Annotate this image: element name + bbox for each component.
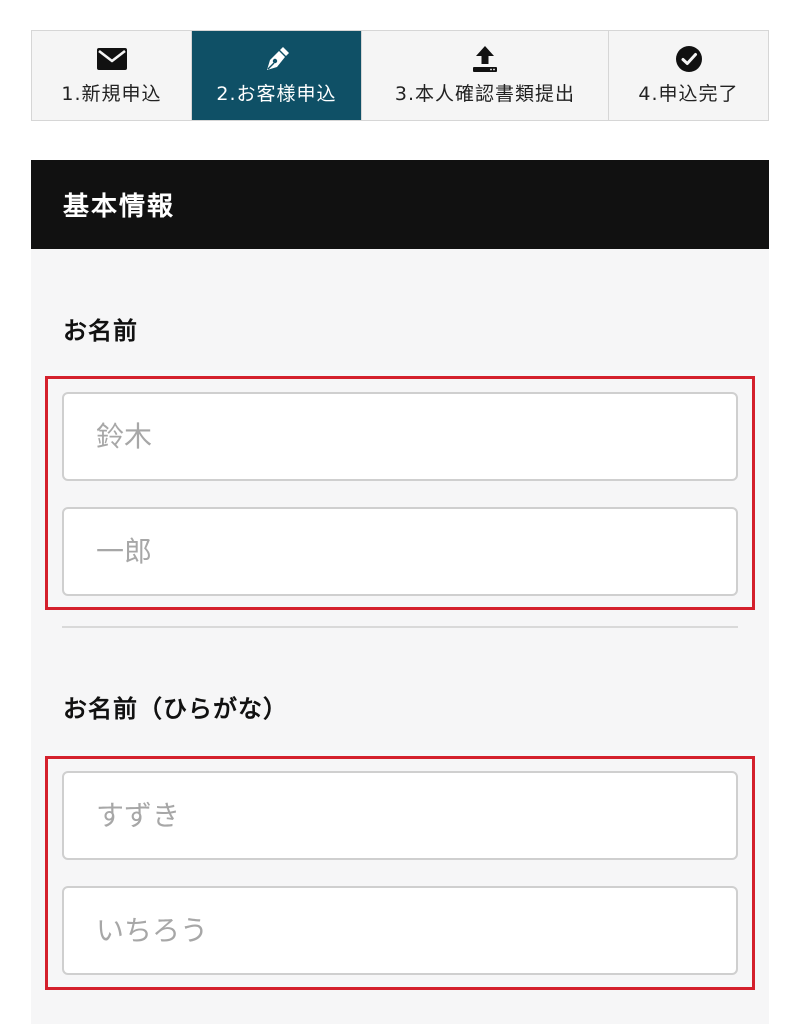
last-name-kana-input[interactable] (62, 771, 738, 860)
last-name-input[interactable] (62, 392, 738, 481)
application-form-page: 1.新規申込 2.お客様申込 3.本人確認書類提出 4.申込完了 基本情報 お名… (0, 0, 800, 1024)
first-name-kana-input[interactable] (62, 886, 738, 975)
pen-icon (262, 45, 292, 73)
field-divider (62, 626, 738, 628)
section-header-basic-info: 基本情報 (31, 160, 769, 249)
step-label: 1.新規申込 (61, 83, 162, 105)
step-label: 4.申込完了 (638, 83, 739, 105)
step-application-complete[interactable]: 4.申込完了 (609, 31, 768, 120)
first-name-input[interactable] (62, 507, 738, 596)
basic-info-form: お名前 お名前（ひらがな） (31, 249, 769, 1024)
upload-icon (470, 45, 500, 73)
name-kana-label: お名前（ひらがな） (63, 695, 288, 723)
step-customer-application[interactable]: 2.お客様申込 (192, 31, 362, 120)
step-id-document-submission[interactable]: 3.本人確認書類提出 (362, 31, 609, 120)
step-progress-bar: 1.新規申込 2.お客様申込 3.本人確認書類提出 4.申込完了 (31, 30, 769, 121)
step-label: 2.お客様申込 (216, 83, 337, 105)
section-title: 基本情報 (63, 192, 176, 222)
envelope-icon (96, 45, 127, 73)
check-circle-icon (674, 45, 704, 73)
name-label: お名前 (63, 317, 138, 345)
step-label: 3.本人確認書類提出 (394, 83, 576, 105)
step-new-application[interactable]: 1.新規申込 (32, 31, 192, 120)
